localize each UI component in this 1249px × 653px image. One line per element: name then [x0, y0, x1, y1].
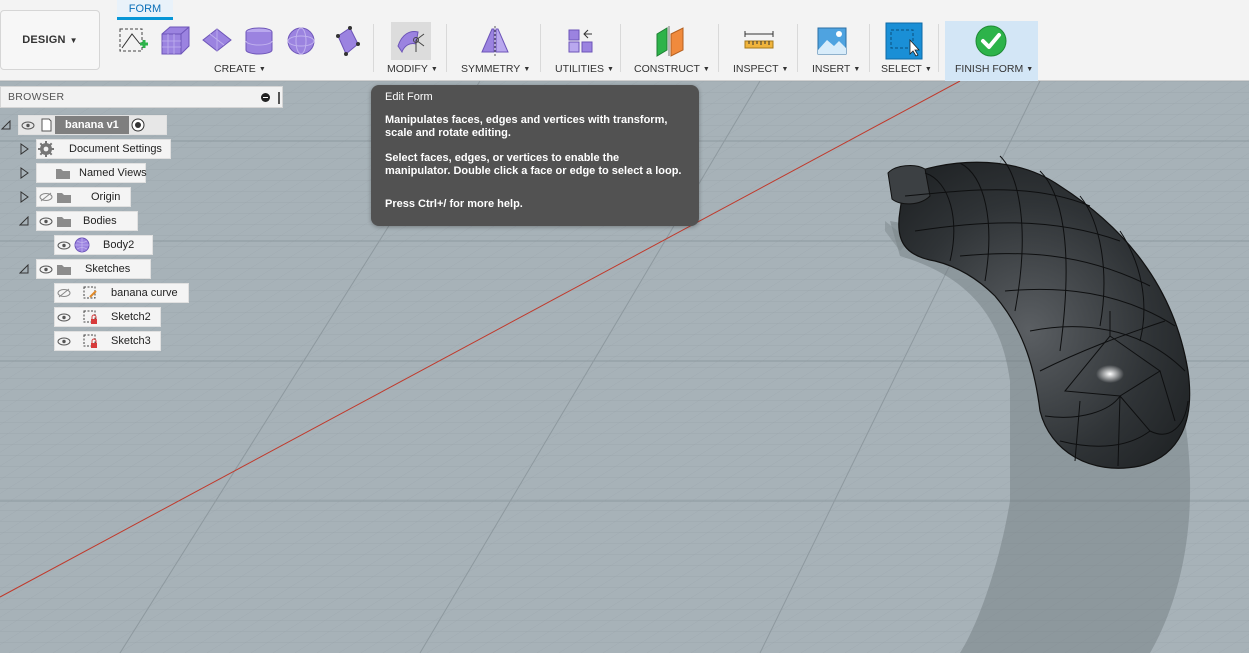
- browser-item-body2[interactable]: Body2: [54, 235, 153, 255]
- divider: [373, 24, 374, 72]
- collapse-triangle-icon[interactable]: [0, 119, 12, 131]
- tooltip-instructions: Select faces, edges, or vertices to enab…: [385, 152, 682, 177]
- divider: [938, 24, 939, 72]
- tooltip-title: Edit Form: [385, 91, 433, 103]
- expand-triangle-icon[interactable]: [18, 167, 30, 179]
- eye-icon[interactable]: [37, 260, 55, 278]
- divider: [718, 24, 719, 72]
- insert-image-icon[interactable]: [813, 22, 851, 60]
- create-menu[interactable]: CREATE ▼: [214, 63, 266, 75]
- select-icon[interactable]: [885, 22, 923, 60]
- construct-menu[interactable]: CONSTRUCT ▼: [634, 63, 710, 75]
- chevron-down-icon: ▼: [607, 65, 614, 73]
- form-body-icon: [73, 236, 91, 254]
- divider: [620, 24, 621, 72]
- sphere-icon[interactable]: [282, 22, 320, 60]
- browser-header[interactable]: BROWSER: [0, 86, 283, 108]
- browser-item-sketch3[interactable]: Sketch3: [54, 331, 161, 351]
- browser-item-banana-curve[interactable]: banana curve: [54, 283, 189, 303]
- modify-menu[interactable]: MODIFY ▼: [387, 63, 438, 75]
- gear-icon: [37, 140, 55, 158]
- edit-form-tooltip: Edit Form Manipulates faces, edges and v…: [371, 85, 699, 226]
- folder-icon: [55, 188, 73, 206]
- cylinder-icon[interactable]: [240, 22, 278, 60]
- finish-form-check-icon[interactable]: [972, 22, 1010, 60]
- symmetry-menu[interactable]: SYMMETRY ▼: [461, 63, 530, 75]
- browser-item-named-views[interactable]: Named Views: [36, 163, 147, 183]
- sketch-icon: [81, 284, 99, 302]
- eye-hidden-icon[interactable]: [55, 284, 73, 302]
- chevron-down-icon: ▼: [69, 35, 78, 45]
- insert-menu[interactable]: INSERT ▼: [812, 63, 860, 75]
- tab-form[interactable]: FORM: [117, 0, 173, 20]
- divider: [797, 24, 798, 72]
- divider: [540, 24, 541, 72]
- chevron-down-icon: ▼: [523, 65, 531, 73]
- divider: [869, 24, 870, 72]
- eye-icon[interactable]: [55, 236, 73, 254]
- eye-icon[interactable]: [55, 308, 73, 326]
- plane-icon[interactable]: [198, 22, 236, 60]
- select-menu[interactable]: SELECT ▼: [881, 63, 932, 75]
- eye-icon[interactable]: [37, 212, 55, 230]
- browser-item-document-settings[interactable]: Document Settings: [36, 139, 171, 159]
- minimize-icon[interactable]: [261, 93, 270, 102]
- edit-form-icon[interactable]: [392, 22, 430, 60]
- utilities-menu[interactable]: UTILITIES ▼: [555, 63, 614, 75]
- chevron-down-icon: ▼: [781, 65, 789, 73]
- create-sketch-icon[interactable]: [114, 22, 152, 60]
- browser-item-sketches[interactable]: Sketches: [36, 259, 151, 279]
- chevron-down-icon: ▼: [853, 65, 861, 73]
- collapse-triangle-icon[interactable]: [18, 215, 30, 227]
- eye-icon[interactable]: [19, 116, 37, 134]
- radio-active-icon[interactable]: [129, 116, 147, 134]
- sketch-locked-icon: [81, 332, 99, 350]
- folder-icon: [55, 260, 73, 278]
- chevron-down-icon: ▼: [1026, 65, 1034, 73]
- divider: [446, 24, 447, 72]
- browser-item-sketch2[interactable]: Sketch2: [54, 307, 161, 327]
- document-icon: [37, 116, 55, 134]
- ribbon-toolbar: DESIGN ▼ FORM CREATE ▼ MODIFY ▼ SYMMETRY ▼ …: [0, 0, 1249, 81]
- face-icon[interactable]: [328, 22, 366, 60]
- sketch-locked-icon: [81, 308, 99, 326]
- box-icon[interactable]: [156, 22, 194, 60]
- finish-form-menu[interactable]: FINISH FORM ▼: [955, 63, 1033, 75]
- chevron-down-icon: ▼: [924, 65, 932, 73]
- chevron-down-icon: ▼: [702, 65, 710, 73]
- workspace-switcher-button[interactable]: DESIGN ▼: [0, 10, 100, 70]
- folder-icon: [55, 212, 73, 230]
- chevron-down-icon: ▼: [258, 65, 266, 73]
- construct-plane-icon[interactable]: [651, 22, 689, 60]
- chevron-down-icon: ▼: [430, 65, 438, 73]
- root-label: banana v1: [55, 116, 129, 134]
- tooltip-help: Press Ctrl+/ for more help.: [385, 198, 523, 210]
- browser-title: BROWSER: [8, 91, 65, 103]
- utilities-icon[interactable]: [562, 22, 600, 60]
- browser-item-origin[interactable]: Origin: [36, 187, 131, 207]
- browser-root-node[interactable]: banana v1: [18, 115, 167, 135]
- eye-icon[interactable]: [55, 332, 73, 350]
- specular-highlight: [1096, 365, 1124, 383]
- browser-item-bodies[interactable]: Bodies: [36, 211, 138, 231]
- expand-triangle-icon[interactable]: [18, 143, 30, 155]
- collapse-triangle-icon[interactable]: [18, 263, 30, 275]
- measure-icon[interactable]: [740, 22, 778, 60]
- eye-hidden-icon[interactable]: [37, 188, 55, 206]
- tooltip-description: Manipulates faces, edges and vertices wi…: [385, 114, 668, 139]
- inspect-menu[interactable]: INSPECT ▼: [733, 63, 788, 75]
- panel-grip-icon[interactable]: [278, 92, 280, 104]
- workspace-label: DESIGN: [22, 34, 66, 46]
- symmetry-icon[interactable]: [476, 22, 514, 60]
- folder-icon: [55, 164, 71, 182]
- expand-triangle-icon[interactable]: [18, 191, 30, 203]
